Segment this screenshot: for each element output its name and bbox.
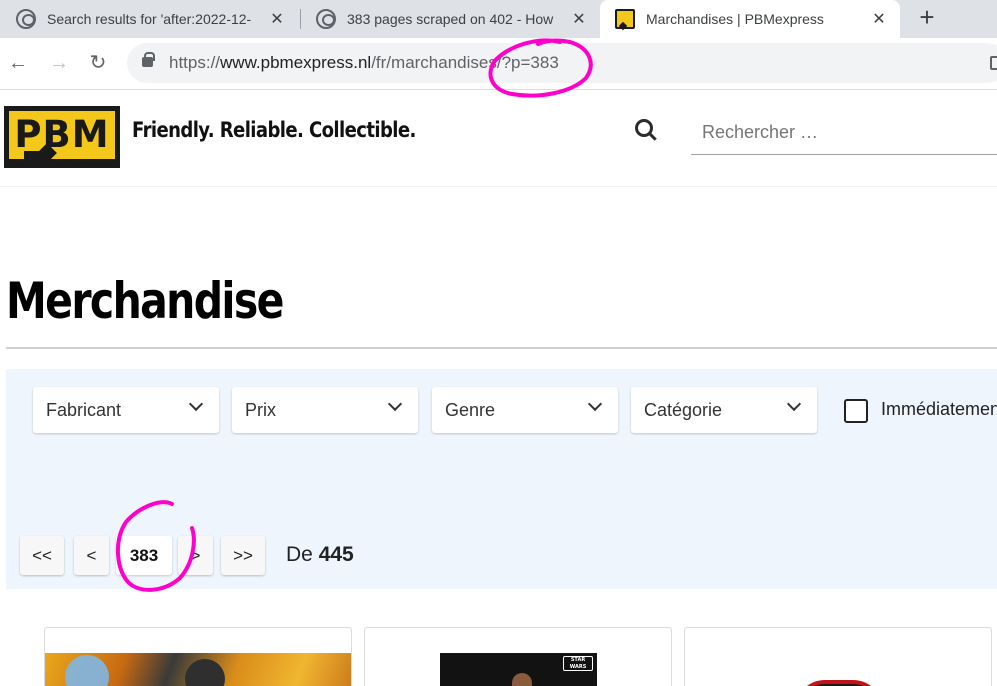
url-host: www.pbmexpress.nl <box>220 53 372 72</box>
share-page-icon[interactable] <box>990 56 997 70</box>
browser-tab-strip: Search results for 'after:2022-12- ✕ 383… <box>0 0 997 38</box>
address-bar[interactable]: https://www.pbmexpress.nl/fr/marchandise… <box>127 43 997 83</box>
current-page-field[interactable]: 383 <box>116 536 172 575</box>
star-wars-badge: STAR WARS <box>563 656 593 671</box>
forward-arrow-icon[interactable]: → <box>46 50 72 76</box>
total-pages: 445 <box>318 543 354 566</box>
browser-tab-marchandises[interactable]: Marchandises | PBMexpress ✕ <box>600 0 900 38</box>
close-tab-icon[interactable]: ✕ <box>870 9 888 29</box>
browser-tab-search-results[interactable]: Search results for 'after:2022-12- ✕ <box>0 0 298 38</box>
tab-separator <box>300 9 301 29</box>
title-divider <box>6 347 997 349</box>
close-tab-icon[interactable]: ✕ <box>570 9 588 29</box>
close-tab-icon[interactable]: ✕ <box>268 9 286 29</box>
search-input[interactable] <box>691 111 997 155</box>
product-image[interactable] <box>45 653 351 686</box>
filter-dropdown-genre[interactable]: Genre <box>432 387 618 433</box>
previous-page-button[interactable]: < <box>74 536 109 575</box>
page-of-label: De <box>286 543 313 566</box>
pbm-logo[interactable]: PBM <box>4 106 120 168</box>
product-card[interactable]: STAR WARS <box>364 627 672 686</box>
logo-arrow-icon <box>24 146 54 164</box>
new-tab-plus-icon[interactable]: + <box>914 3 940 33</box>
lock-icon <box>142 52 155 67</box>
tab-title: Marchandises | PBMexpress <box>646 11 824 27</box>
browser-tab-pages-scraped[interactable]: 383 pages scraped on 402 - How ✕ <box>302 0 600 38</box>
dropdown-label: Fabricant <box>46 400 122 420</box>
url-path: /fr/marchandises/?p=383 <box>371 53 559 72</box>
first-page-button[interactable]: << <box>20 536 64 575</box>
tab-title: Search results for 'after:2022-12- <box>47 11 252 27</box>
product-image[interactable] <box>795 680 883 686</box>
filter-dropdown-fabricant[interactable]: Fabricant <box>33 387 219 433</box>
chevron-down-icon <box>786 396 802 412</box>
search-icon[interactable] <box>634 118 658 142</box>
reload-icon[interactable]: ↻ <box>85 50 111 76</box>
figure-silhouette <box>512 673 532 686</box>
tab-title: 383 pages scraped on 402 - How <box>347 11 554 27</box>
filter-dropdown-prix[interactable]: Prix <box>232 387 418 433</box>
back-arrow-icon[interactable]: ← <box>5 50 31 76</box>
site-header: PBM Friendly. Reliable. Collectible. <box>0 91 997 187</box>
url-text[interactable]: https://www.pbmexpress.nl/fr/marchandise… <box>169 53 559 73</box>
product-image[interactable]: STAR WARS <box>440 653 597 686</box>
dropdown-label: Catégorie <box>644 400 723 420</box>
product-card[interactable] <box>684 627 992 686</box>
site-tagline: Friendly. Reliable. Collectible. <box>132 118 416 142</box>
last-page-button[interactable]: >> <box>221 536 265 575</box>
page-title: Merchandise <box>6 272 284 330</box>
url-prefix: https:// <box>169 53 221 72</box>
page-count: De 445 <box>286 543 354 567</box>
dropdown-label: Genre <box>445 400 496 420</box>
product-card[interactable] <box>44 627 352 686</box>
checkbox-label: Immédiatement <box>881 399 997 419</box>
discourse-favicon-icon <box>16 9 36 29</box>
immediately-available-checkbox[interactable] <box>844 399 868 423</box>
chevron-down-icon <box>387 396 403 412</box>
pbm-favicon-icon <box>615 9 635 29</box>
filter-panel: Fabricant Prix Genre Catégorie Immédiate… <box>6 369 997 589</box>
chevron-down-icon <box>587 396 603 412</box>
dropdown-label: Prix <box>245 400 276 420</box>
browser-toolbar: ← → ↻ https://www.pbmexpress.nl/fr/march… <box>0 38 997 90</box>
chevron-down-icon <box>188 396 204 412</box>
discourse-favicon-icon <box>316 9 336 29</box>
next-page-button[interactable]: > <box>178 536 213 575</box>
filter-dropdown-categorie[interactable]: Catégorie <box>631 387 817 433</box>
